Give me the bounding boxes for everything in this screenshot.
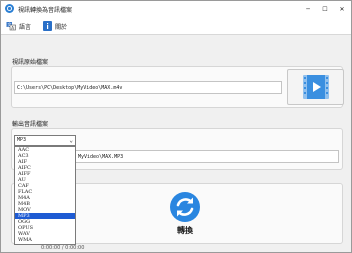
menu-item-about[interactable]: 關於 xyxy=(42,20,67,32)
refresh-icon xyxy=(170,191,200,222)
menu-bar: 文 A 語言 關於 xyxy=(1,18,351,35)
maximize-icon: ☐ xyxy=(322,5,328,13)
app-window: 視訊轉換為音訊檔案 ─ ☐ ✕ 文 A 語言 關於 視訊原始檔案 C:\User… xyxy=(0,0,352,253)
format-select[interactable]: MP3 ⌄ xyxy=(14,135,76,146)
output-path-text: MyVideo\MAX.MP3 xyxy=(78,154,124,160)
video-file-icon xyxy=(302,75,329,99)
minimize-button[interactable]: ─ xyxy=(301,3,315,15)
window-title: 視訊轉換為音訊檔案 xyxy=(18,7,73,14)
app-icon xyxy=(5,4,14,13)
convert-label: 轉換 xyxy=(177,225,193,235)
menu-item-language[interactable]: 文 A 語言 xyxy=(6,20,31,32)
source-path-field[interactable]: C:\Users\PC\Desktop\MyVideo\MAX.m4v xyxy=(14,81,282,94)
minimize-icon: ─ xyxy=(306,5,310,13)
close-icon: ✕ xyxy=(339,5,345,13)
source-group-label: 視訊原始檔案 xyxy=(12,59,49,66)
close-button[interactable]: ✕ xyxy=(335,3,349,15)
chevron-down-icon: ⌄ xyxy=(69,137,73,144)
title-bar: 視訊轉換為音訊檔案 ─ ☐ ✕ xyxy=(1,1,351,18)
status-text: 0:00:00 / 0:00:00 xyxy=(41,245,85,251)
menu-item-label: 關於 xyxy=(55,23,68,31)
browse-video-button[interactable] xyxy=(287,69,344,105)
format-dropdown-list: AAC AC3 AIF AIFC AIFF AU CAF FLAC M4A M4B MOV MP3 OG… xyxy=(14,146,76,245)
language-icon: 文 A xyxy=(6,21,16,31)
info-icon xyxy=(42,21,52,31)
convert-button[interactable]: 轉換 xyxy=(153,184,217,242)
menu-item-label: 語言 xyxy=(19,23,32,31)
format-select-value: MP3 xyxy=(17,137,27,143)
output-group-label: 輸出音訊檔案 xyxy=(12,121,49,128)
format-option[interactable]: WMA xyxy=(15,237,75,243)
maximize-button[interactable]: ☐ xyxy=(318,3,332,15)
svg-text:A: A xyxy=(11,25,14,30)
